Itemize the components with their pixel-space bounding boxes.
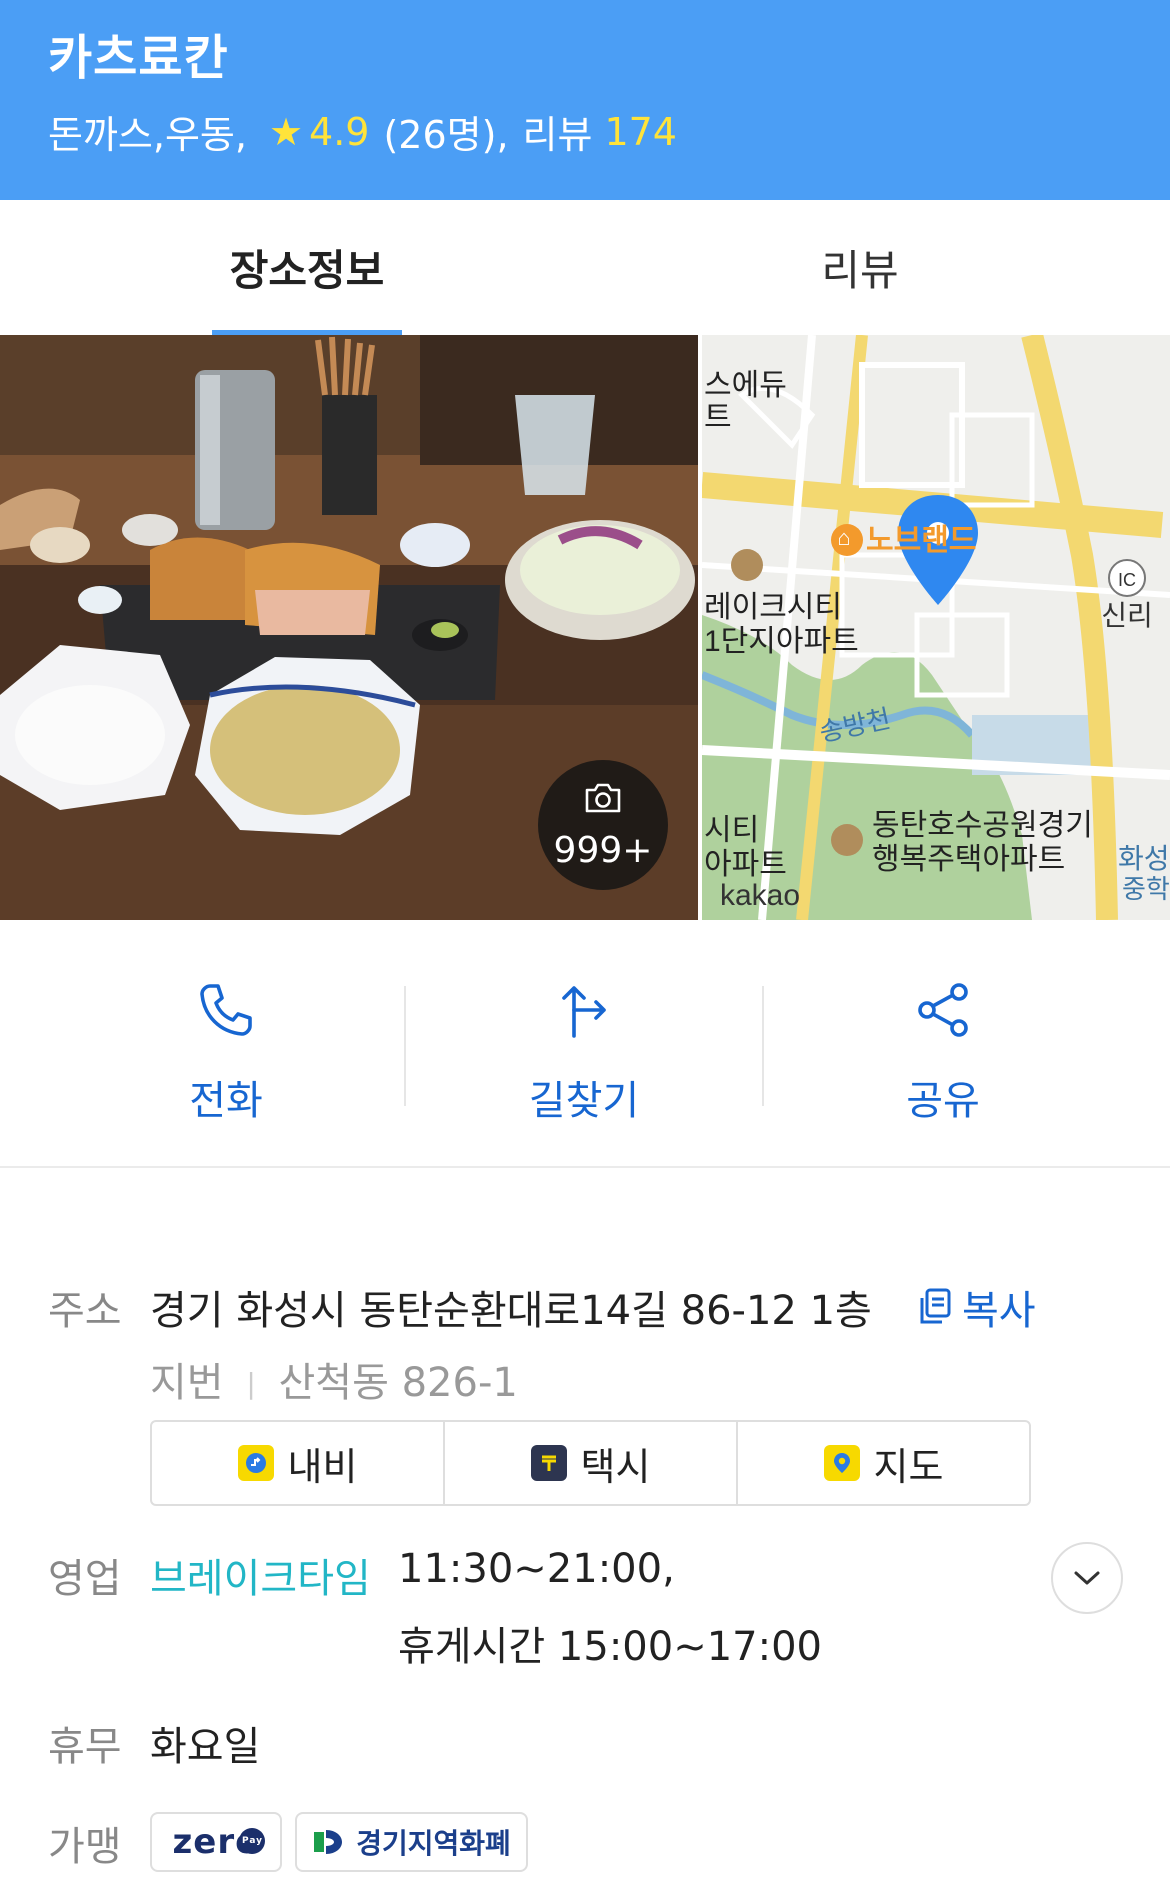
tab-review[interactable]: 리뷰 — [770, 200, 950, 335]
navi-label: 내비 — [287, 1444, 358, 1489]
cart-icon: ⌂ — [837, 525, 850, 550]
tab-place-info-label: 장소정보 — [229, 246, 385, 295]
tab-review-label: 리뷰 — [821, 246, 899, 295]
place-category: 돈까스,우동, — [48, 113, 247, 157]
zeropay-logo: zero Pay — [173, 1822, 266, 1862]
gyeonggi-currency-text: 경기지역화폐 — [356, 1827, 511, 1860]
map-label: 지도 — [873, 1444, 944, 1489]
map-label-park2: 행복주택아파트 — [872, 843, 1065, 876]
hours-status: 브레이크타임 — [150, 1556, 371, 1602]
holiday-label: 휴무 — [48, 1724, 122, 1770]
directions-icon — [562, 986, 606, 1038]
copy-address-button[interactable]: 복사 — [918, 1278, 1036, 1336]
media-section: 999+ 스에듀 트 ⌂ 노브랜드 레이크시티 1단지아파트 IC 신리 송방천… — [0, 335, 1170, 920]
rating-value: 4.9 — [309, 109, 370, 154]
franchise-label: 가맹 — [48, 1824, 122, 1870]
place-summary: 돈까스,우동, ★ 4.9 (26명), 리뷰 174 — [48, 104, 677, 159]
review-count[interactable]: 174 — [604, 110, 677, 154]
directions-button[interactable]: 길찾기 — [434, 980, 734, 1126]
tab-bar: 장소정보 리뷰 — [0, 200, 1170, 335]
directions-label: 길찾기 — [528, 1078, 640, 1124]
navi-icon — [237, 1445, 274, 1481]
gyeonggi-currency-badge[interactable]: 경기지역화폐 — [295, 1812, 528, 1872]
jibun-address: 지번 | 산척동 826-1 — [150, 1350, 518, 1408]
map-label-lake1: 레이크시티 — [704, 591, 842, 624]
map-label-park1: 동탄호수공원경기 — [872, 809, 1093, 842]
route-options: 내비 택시 지도 — [150, 1420, 1031, 1506]
camera-icon — [585, 783, 621, 813]
map-label-lake2: 1단지아파트 — [704, 625, 859, 658]
jibun-separator: | — [246, 1367, 256, 1400]
address-text: 경기 화성시 동탄순환대로14길 86-12 1층 — [150, 1288, 872, 1334]
address-label: 주소 — [48, 1288, 122, 1334]
taxi-icon — [530, 1445, 567, 1481]
zeropay-badge[interactable]: zero Pay — [150, 1812, 282, 1872]
map-label-edu2: 트 — [704, 401, 732, 434]
navi-button[interactable]: 내비 — [152, 1422, 445, 1504]
photo-count-button[interactable]: 999+ — [538, 760, 668, 890]
action-divider — [762, 986, 764, 1106]
chevron-down-icon — [1074, 1571, 1100, 1585]
review-label[interactable]: 리뷰 — [523, 104, 593, 159]
hours-main: 11:30~21:00, — [398, 1546, 675, 1592]
map-illustration: 스에듀 트 ⌂ 노브랜드 레이크시티 1단지아파트 IC 신리 송방천 동탄호수… — [702, 335, 1170, 920]
food-photo[interactable]: 999+ — [0, 335, 698, 920]
place-header: 카츠료칸 돈까스,우동, ★ 4.9 (26명), 리뷰 174 — [0, 0, 1170, 200]
map-label-edu: 스에듀 — [704, 369, 787, 402]
map-label-city2: 아파트 — [704, 848, 787, 881]
hours-break: 휴게시간 15:00~17:00 — [398, 1624, 822, 1670]
action-bar: 전화 길찾기 공유 — [0, 920, 1170, 1168]
share-button[interactable]: 공유 — [793, 980, 1093, 1126]
map-label-hwaseong1: 화성 — [1118, 843, 1170, 874]
map-label-hwaseong2: 중학 — [1122, 874, 1170, 904]
tab-place-info[interactable]: 장소정보 — [212, 200, 402, 335]
expand-hours-button[interactable] — [1051, 1542, 1123, 1614]
map-button[interactable]: 지도 — [738, 1422, 1029, 1504]
phone-icon — [200, 984, 252, 1036]
call-button[interactable]: 전화 — [76, 980, 376, 1126]
map-label-ic: IC — [1118, 570, 1136, 590]
taxi-button[interactable]: 택시 — [445, 1422, 738, 1504]
map-label-city1: 시티 — [704, 814, 759, 847]
jibun-label: 지번 — [150, 1360, 224, 1406]
map-label-sinri: 신리 — [1101, 600, 1153, 631]
place-title: 카츠료칸 — [48, 30, 229, 86]
zeropay-pay-mark: Pay — [239, 1828, 266, 1854]
star-icon: ★ — [268, 109, 304, 154]
map-label-nobrand: 노브랜드 — [866, 524, 976, 557]
taxi-label: 택시 — [580, 1444, 651, 1489]
action-divider — [404, 986, 406, 1106]
copy-icon — [920, 1288, 951, 1324]
hours-label: 영업 — [48, 1556, 122, 1602]
kakao-logo: kakao — [720, 879, 800, 912]
rating-count: (26명), — [383, 113, 509, 157]
share-icon — [918, 983, 968, 1037]
copy-label: 복사 — [962, 1288, 1036, 1334]
call-label: 전화 — [189, 1078, 263, 1124]
gyeonggi-currency-logo-icon — [314, 1830, 343, 1854]
holiday-value: 화요일 — [150, 1724, 261, 1770]
map-pin-icon — [823, 1445, 860, 1481]
share-label: 공유 — [906, 1078, 980, 1124]
photo-count: 999+ — [553, 830, 653, 871]
location-map[interactable]: 스에듀 트 ⌂ 노브랜드 레이크시티 1단지아파트 IC 신리 송방천 동탄호수… — [702, 335, 1170, 920]
jibun-text: 산척동 826-1 — [278, 1360, 518, 1406]
